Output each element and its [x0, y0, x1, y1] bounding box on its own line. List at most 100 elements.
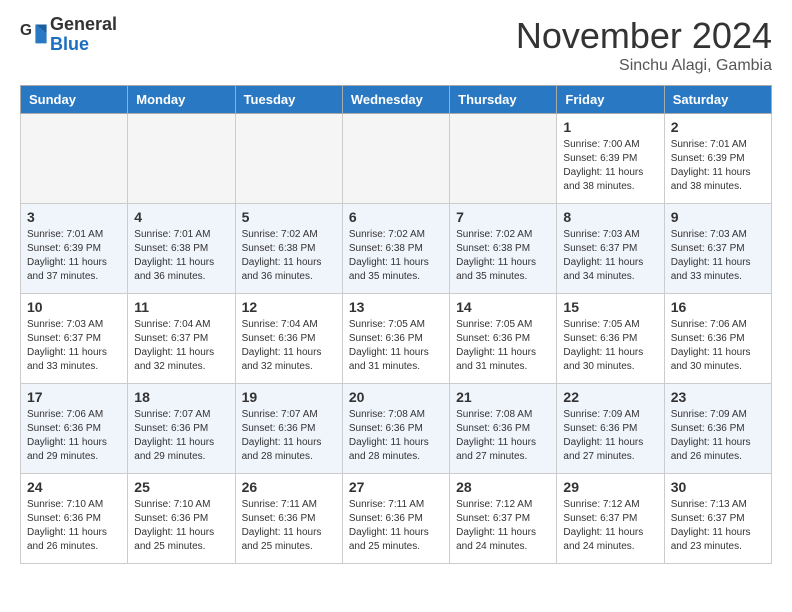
calendar-cell: 24Sunrise: 7:10 AM Sunset: 6:36 PM Dayli… [21, 474, 128, 564]
calendar-cell [450, 114, 557, 204]
calendar-cell: 1 Sunrise: 7:00 AM Sunset: 6:39 PM Daylig… [557, 114, 664, 204]
day-info: Sunrise: 7:13 AM Sunset: 6:37 PM Dayligh… [671, 498, 765, 554]
weekday-header: Tuesday [235, 86, 342, 114]
weekday-header: Monday [128, 86, 235, 114]
day-number: 19 [242, 389, 336, 405]
day-number: 13 [349, 299, 443, 315]
day-number: 27 [349, 479, 443, 495]
day-number: 26 [242, 479, 336, 495]
day-info: Sunrise: 7:08 AM Sunset: 6:36 PM Dayligh… [456, 408, 550, 464]
calendar-cell: 21 Sunrise: 7:08 AM Sunset: 6:36 PM Dayli… [450, 384, 557, 474]
day-info: Sunrise: 7:06 AM Sunset: 6:36 PM Dayligh… [671, 318, 765, 374]
calendar-cell [128, 114, 235, 204]
calendar: SundayMondayTuesdayWednesdayThursdayFrid… [20, 85, 772, 564]
day-number: 2 [671, 119, 765, 135]
day-info: Sunrise: 7:02 AM Sunset: 6:38 PM Dayligh… [242, 228, 336, 284]
calendar-cell: 6 Sunrise: 7:02 AM Sunset: 6:38 PM Daylig… [342, 204, 449, 294]
weekday-header: Sunday [21, 86, 128, 114]
calendar-cell: 3Sunrise: 7:01 AM Sunset: 6:39 PM Daylig… [21, 204, 128, 294]
calendar-cell: 30 Sunrise: 7:13 AM Sunset: 6:37 PM Dayli… [664, 474, 771, 564]
calendar-week-row: 3Sunrise: 7:01 AM Sunset: 6:39 PM Daylig… [21, 204, 772, 294]
calendar-cell [21, 114, 128, 204]
day-info: Sunrise: 7:05 AM Sunset: 6:36 PM Dayligh… [456, 318, 550, 374]
day-number: 1 [563, 119, 657, 135]
day-info: Sunrise: 7:00 AM Sunset: 6:39 PM Dayligh… [563, 138, 657, 194]
calendar-week-row: 1 Sunrise: 7:00 AM Sunset: 6:39 PM Daylig… [21, 114, 772, 204]
title-section: November 2024 Sinchu Alagi, Gambia [516, 15, 772, 75]
day-number: 21 [456, 389, 550, 405]
calendar-cell: 14 Sunrise: 7:05 AM Sunset: 6:36 PM Dayli… [450, 294, 557, 384]
day-info: Sunrise: 7:06 AM Sunset: 6:36 PM Dayligh… [27, 408, 121, 464]
logo-icon: G [20, 21, 48, 49]
calendar-cell: 11Sunrise: 7:04 AM Sunset: 6:37 PM Dayli… [128, 294, 235, 384]
calendar-week-row: 17 Sunrise: 7:06 AM Sunset: 6:36 PM Dayli… [21, 384, 772, 474]
calendar-cell: 29 Sunrise: 7:12 AM Sunset: 6:37 PM Dayli… [557, 474, 664, 564]
day-number: 9 [671, 209, 765, 225]
day-info: Sunrise: 7:03 AM Sunset: 6:37 PM Dayligh… [671, 228, 765, 284]
day-info: Sunrise: 7:03 AM Sunset: 6:37 PM Dayligh… [27, 318, 121, 374]
weekday-header: Saturday [664, 86, 771, 114]
logo: G General Blue [20, 15, 117, 55]
location-title: Sinchu Alagi, Gambia [516, 57, 772, 75]
calendar-cell: 22Sunrise: 7:09 AM Sunset: 6:36 PM Dayli… [557, 384, 664, 474]
day-number: 16 [671, 299, 765, 315]
calendar-cell: 4Sunrise: 7:01 AM Sunset: 6:38 PM Daylig… [128, 204, 235, 294]
day-number: 6 [349, 209, 443, 225]
day-number: 28 [456, 479, 550, 495]
month-title: November 2024 [516, 15, 772, 57]
day-number: 3 [27, 209, 121, 225]
day-number: 8 [563, 209, 657, 225]
weekday-header: Thursday [450, 86, 557, 114]
day-number: 25 [134, 479, 228, 495]
calendar-cell: 13Sunrise: 7:05 AM Sunset: 6:36 PM Dayli… [342, 294, 449, 384]
calendar-cell: 28 Sunrise: 7:12 AM Sunset: 6:37 PM Dayli… [450, 474, 557, 564]
calendar-cell: 7Sunrise: 7:02 AM Sunset: 6:38 PM Daylig… [450, 204, 557, 294]
logo-general: General [50, 14, 117, 34]
day-info: Sunrise: 7:04 AM Sunset: 6:36 PM Dayligh… [242, 318, 336, 374]
calendar-cell [342, 114, 449, 204]
day-number: 10 [27, 299, 121, 315]
calendar-cell: 2Sunrise: 7:01 AM Sunset: 6:39 PM Daylig… [664, 114, 771, 204]
day-info: Sunrise: 7:08 AM Sunset: 6:36 PM Dayligh… [349, 408, 443, 464]
day-info: Sunrise: 7:05 AM Sunset: 6:36 PM Dayligh… [563, 318, 657, 374]
weekday-header: Wednesday [342, 86, 449, 114]
day-number: 23 [671, 389, 765, 405]
calendar-cell: 12 Sunrise: 7:04 AM Sunset: 6:36 PM Dayli… [235, 294, 342, 384]
calendar-cell [235, 114, 342, 204]
day-info: Sunrise: 7:01 AM Sunset: 6:38 PM Dayligh… [134, 228, 228, 284]
day-info: Sunrise: 7:12 AM Sunset: 6:37 PM Dayligh… [563, 498, 657, 554]
calendar-cell: 10 Sunrise: 7:03 AM Sunset: 6:37 PM Dayli… [21, 294, 128, 384]
calendar-cell: 25 Sunrise: 7:10 AM Sunset: 6:36 PM Dayli… [128, 474, 235, 564]
calendar-week-row: 24 Sunrise: 7:10 AM Sunset: 6:36 PM Dayli… [21, 474, 772, 564]
day-info: Sunrise: 7:12 AM Sunset: 6:37 PM Dayligh… [456, 498, 550, 554]
day-number: 18 [134, 389, 228, 405]
logo-text: General Blue [50, 15, 117, 55]
day-info: Sunrise: 7:07 AM Sunset: 6:36 PM Dayligh… [242, 408, 336, 464]
calendar-cell: 17 Sunrise: 7:06 AM Sunset: 6:36 PM Dayli… [21, 384, 128, 474]
day-number: 20 [349, 389, 443, 405]
day-number: 29 [563, 479, 657, 495]
day-number: 15 [563, 299, 657, 315]
day-number: 7 [456, 209, 550, 225]
day-info: Sunrise: 7:11 AM Sunset: 6:36 PM Dayligh… [242, 498, 336, 554]
calendar-cell: 9 Sunrise: 7:03 AM Sunset: 6:37 PM Daylig… [664, 204, 771, 294]
day-number: 14 [456, 299, 550, 315]
calendar-cell: 18 Sunrise: 7:07 AM Sunset: 6:36 PM Dayli… [128, 384, 235, 474]
day-number: 17 [27, 389, 121, 405]
weekday-header: Friday [557, 86, 664, 114]
day-number: 24 [27, 479, 121, 495]
calendar-cell: 5Sunrise: 7:02 AM Sunset: 6:38 PM Daylig… [235, 204, 342, 294]
day-info: Sunrise: 7:02 AM Sunset: 6:38 PM Dayligh… [349, 228, 443, 284]
day-info: Sunrise: 7:10 AM Sunset: 6:36 PM Dayligh… [134, 498, 228, 554]
day-info: Sunrise: 7:09 AM Sunset: 6:36 PM Dayligh… [563, 408, 657, 464]
day-number: 30 [671, 479, 765, 495]
day-info: Sunrise: 7:03 AM Sunset: 6:37 PM Dayligh… [563, 228, 657, 284]
page: G General Blue November 2024 Sinchu Alag… [0, 0, 792, 579]
calendar-cell: 8 Sunrise: 7:03 AM Sunset: 6:37 PM Daylig… [557, 204, 664, 294]
day-number: 12 [242, 299, 336, 315]
calendar-cell: 15 Sunrise: 7:05 AM Sunset: 6:36 PM Dayli… [557, 294, 664, 384]
svg-text:G: G [20, 22, 32, 39]
day-info: Sunrise: 7:07 AM Sunset: 6:36 PM Dayligh… [134, 408, 228, 464]
logo-blue: Blue [50, 34, 89, 54]
calendar-cell: 19 Sunrise: 7:07 AM Sunset: 6:36 PM Dayli… [235, 384, 342, 474]
